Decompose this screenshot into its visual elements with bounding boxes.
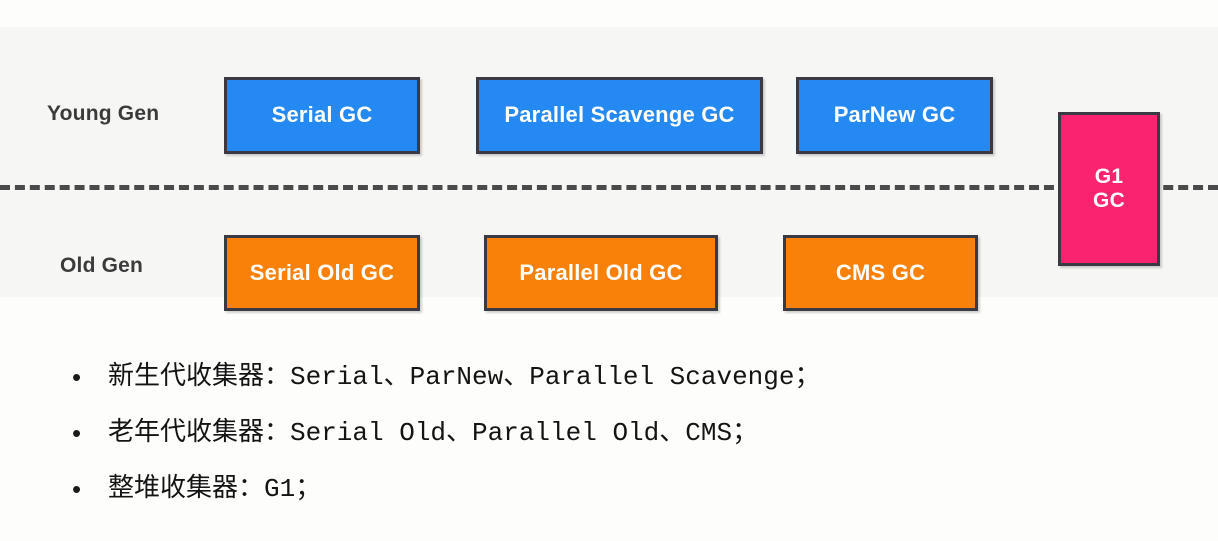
- gc-box-serial-old-gc[interactable]: Serial Old GC: [224, 235, 420, 311]
- young-gen-row-label: Young Gen: [47, 102, 160, 125]
- generation-divider-dashed-line: [0, 185, 1218, 190]
- gc-box-parnew-gc[interactable]: ParNew GC: [796, 77, 993, 154]
- gc-box-label: Serial GC: [271, 102, 373, 128]
- collector-summary-list: • 新生代收集器：Serial、ParNew、Parallel Scavenge…: [0, 360, 1218, 528]
- gc-box-label-line1: G1: [1094, 165, 1124, 189]
- list-item-text: 整堆收集器：G1；: [108, 474, 322, 504]
- gc-collectors-diagram: Young Gen Old Gen Serial GC Parallel Sca…: [0, 27, 1218, 311]
- gc-box-label: Serial Old GC: [249, 259, 395, 285]
- gc-box-parallel-scavenge-gc[interactable]: Parallel Scavenge GC: [476, 77, 763, 154]
- gc-box-label: CMS GC: [835, 259, 926, 285]
- list-item: • 新生代收集器：Serial、ParNew、Parallel Scavenge…: [0, 360, 1218, 416]
- gc-box-label: Parallel Old GC: [519, 259, 683, 285]
- list-item-text: 老年代收集器：Serial Old、Parallel Old、CMS；: [108, 418, 759, 448]
- gc-box-parallel-old-gc[interactable]: Parallel Old GC: [484, 235, 718, 311]
- gc-box-label: G1 GC: [1093, 165, 1125, 212]
- list-item: • 老年代收集器：Serial Old、Parallel Old、CMS；: [0, 416, 1218, 472]
- gc-box-cms-gc[interactable]: CMS GC: [783, 235, 978, 311]
- old-gen-row-label: Old Gen: [60, 254, 144, 277]
- bullet-marker-icon: •: [72, 362, 82, 392]
- list-item-text: 新生代收集器：Serial、ParNew、Parallel Scavenge；: [108, 362, 821, 392]
- list-item: • 整堆收集器：G1；: [0, 472, 1218, 528]
- gc-box-label: ParNew GC: [833, 102, 956, 128]
- gc-box-label: Parallel Scavenge GC: [504, 102, 735, 128]
- gc-box-serial-gc[interactable]: Serial GC: [224, 77, 420, 154]
- bullet-marker-icon: •: [72, 474, 82, 504]
- gc-box-label-line2: GC: [1093, 189, 1125, 212]
- bullet-marker-icon: •: [72, 418, 82, 448]
- gc-box-g1-gc[interactable]: G1 GC: [1058, 112, 1160, 266]
